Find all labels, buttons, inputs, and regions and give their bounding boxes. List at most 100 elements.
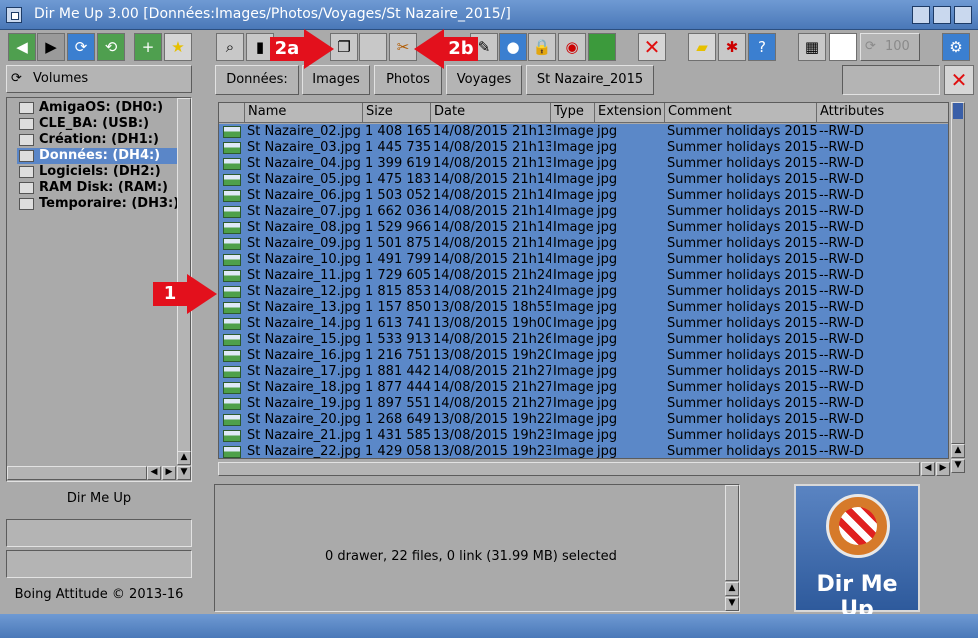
list-vscrollbar[interactable]	[951, 102, 965, 444]
scroll-down-icon[interactable]: ▼	[177, 466, 191, 480]
status-vscrollbar[interactable]	[725, 485, 739, 581]
status-scroll-up-icon[interactable]: ▲	[725, 582, 739, 596]
list-vscroll-thumb[interactable]	[953, 103, 963, 119]
file-row[interactable]: St Nazaire_20.jpg 1 268 649 13/08/2015 19h…	[219, 412, 948, 428]
file-row[interactable]: St Nazaire_10.jpg 1 491 799 14/08/2015 21h…	[219, 252, 948, 268]
file-row[interactable]: St Nazaire_15.jpg 1 533 913 14/08/2015 21h…	[219, 332, 948, 348]
file-row[interactable]: St Nazaire_02.jpg 1 408 165 14/08/2015 21h…	[219, 124, 948, 140]
header-size[interactable]: Size	[363, 103, 431, 123]
header-extension[interactable]: Extension	[595, 103, 665, 123]
file-row[interactable]: St Nazaire_12.jpg 1 815 853 14/08/2015 21h…	[219, 284, 948, 300]
file-row[interactable]: St Nazaire_14.jpg 1 613 741 13/08/2015 19h…	[219, 316, 948, 332]
header-date[interactable]: Date	[431, 103, 551, 123]
file-list[interactable]: Name Size Date Type Extension Comment At…	[218, 102, 949, 459]
volume-item[interactable]: Logiciels: (DH2:)	[17, 164, 161, 180]
file-row[interactable]: St Nazaire_16.jpg 1 216 751 13/08/2015 19h…	[219, 348, 948, 364]
file-row[interactable]: St Nazaire_05.jpg 1 475 183 14/08/2015 21h…	[219, 172, 948, 188]
zoom-icon[interactable]	[933, 6, 951, 24]
settings-icon[interactable]: ⚙	[942, 33, 970, 61]
refresh-volumes-icon[interactable]: ⟳	[11, 71, 22, 86]
clear-filter-icon[interactable]: ✕	[944, 65, 974, 95]
file-extension: jpg	[597, 428, 618, 443]
file-row[interactable]: St Nazaire_19.jpg 1 897 551 14/08/2015 21h…	[219, 396, 948, 412]
archive-icon[interactable]: ◉	[558, 33, 586, 61]
close-window-icon[interactable]	[6, 7, 22, 23]
reload-icon[interactable]: ⟲	[97, 33, 125, 61]
list-hscrollbar[interactable]	[218, 462, 920, 476]
scissors-icon[interactable]: ✂	[389, 33, 417, 61]
book-icon[interactable]	[588, 33, 616, 61]
file-size: 1 881 442	[365, 364, 431, 379]
back-icon[interactable]: ◀	[8, 33, 36, 61]
file-row[interactable]: St Nazaire_21.jpg 1 431 585 13/08/2015 19h…	[219, 428, 948, 444]
file-row[interactable]: St Nazaire_04.jpg 1 399 619 14/08/2015 21h…	[219, 156, 948, 172]
header-attributes[interactable]: Attributes	[817, 103, 948, 123]
volume-hscrollbar[interactable]	[7, 466, 147, 480]
volume-item[interactable]: Temporaire: (DH3:)	[17, 196, 179, 212]
header-type[interactable]: Type	[551, 103, 595, 123]
grid-icon[interactable]	[829, 33, 857, 61]
file-row[interactable]: St Nazaire_08.jpg 1 529 966 14/08/2015 21h…	[219, 220, 948, 236]
forward-icon[interactable]: ▶	[37, 33, 65, 61]
depth-icon[interactable]	[954, 6, 972, 24]
info-icon[interactable]: ?	[748, 33, 776, 61]
header-icon-column[interactable]	[219, 103, 245, 123]
iconify-icon[interactable]	[912, 6, 930, 24]
copy-icon[interactable]: ❐	[330, 33, 358, 61]
bug-icon[interactable]: ✱	[718, 33, 746, 61]
star-icon[interactable]: ★	[164, 33, 192, 61]
file-comment: Summer holidays 2015	[667, 364, 817, 379]
table-icon[interactable]: ▦	[798, 33, 826, 61]
status-scroll-down-icon[interactable]: ▼	[725, 597, 739, 611]
file-row[interactable]: St Nazaire_13.jpg 1 157 850 13/08/2015 18h…	[219, 300, 948, 316]
header-comment[interactable]: Comment	[665, 103, 817, 123]
blank-icon[interactable]	[359, 33, 387, 61]
magnify-icon[interactable]: ⌕	[216, 33, 244, 61]
volume-item[interactable]: Création: (DH1:)	[17, 132, 159, 148]
breadcrumb-item[interactable]: St Nazaire_2015	[526, 65, 654, 95]
breadcrumb-item[interactable]: Voyages	[446, 65, 522, 95]
list-scroll-left-icon[interactable]: ◀	[921, 462, 935, 476]
volume-item[interactable]: RAM Disk: (RAM:)	[17, 180, 168, 196]
file-row[interactable]: St Nazaire_09.jpg 1 501 875 14/08/2015 21h…	[219, 236, 948, 252]
comment-icon[interactable]: ●	[499, 33, 527, 61]
header-name[interactable]: Name	[245, 103, 363, 123]
file-comment: Summer holidays 2015	[667, 428, 817, 443]
title-bar[interactable]: Dir Me Up 3.00 [Données:Images/Photos/Vo…	[0, 0, 978, 30]
image-file-icon	[223, 206, 241, 218]
file-row[interactable]: St Nazaire_11.jpg 1 729 605 14/08/2015 21h…	[219, 268, 948, 284]
scroll-up-icon[interactable]: ▲	[177, 451, 191, 465]
file-type: Image	[553, 396, 594, 411]
volume-item[interactable]: CLE_BA: (USB:)	[17, 116, 149, 132]
zoom-stepper[interactable]: ⟳ 100	[860, 33, 920, 61]
file-comment: Summer holidays 2015	[667, 188, 817, 203]
recycle-icon[interactable]: ⟳	[865, 34, 876, 60]
volumes-header[interactable]: ⟳ Volumes	[6, 65, 192, 93]
breadcrumb-item[interactable]: Images	[302, 65, 370, 95]
upload-icon[interactable]: +	[134, 33, 162, 61]
refresh-icon[interactable]: ⟳	[67, 33, 95, 61]
filter-input[interactable]	[842, 65, 940, 95]
file-row[interactable]: St Nazaire_03.jpg 1 445 735 14/08/2015 21h…	[219, 140, 948, 156]
list-scroll-up-icon[interactable]: ▲	[951, 444, 965, 458]
file-attributes: --RW-D	[819, 172, 864, 187]
delete-icon[interactable]: ✕	[638, 33, 666, 61]
image-file-icon	[223, 126, 241, 138]
file-attributes: --RW-D	[819, 412, 864, 427]
file-row[interactable]: St Nazaire_17.jpg 1 881 442 14/08/2015 21h…	[219, 364, 948, 380]
volume-label: Temporaire: (DH3:)	[39, 196, 180, 211]
volume-item[interactable]: Données: (DH4:)	[17, 148, 177, 164]
file-row[interactable]: St Nazaire_22.jpg 1 429 058 13/08/2015 19h…	[219, 444, 948, 458]
list-scroll-down-icon[interactable]: ▼	[951, 459, 965, 473]
scroll-right-icon[interactable]: ▶	[162, 466, 176, 480]
file-row[interactable]: St Nazaire_18.jpg 1 877 444 14/08/2015 21h…	[219, 380, 948, 396]
file-row[interactable]: St Nazaire_06.jpg 1 503 052 14/08/2015 21h…	[219, 188, 948, 204]
file-row[interactable]: St Nazaire_07.jpg 1 662 036 14/08/2015 21h…	[219, 204, 948, 220]
breadcrumb-item[interactable]: Photos	[374, 65, 442, 95]
scroll-left-icon[interactable]: ◀	[147, 466, 161, 480]
list-scroll-right-icon[interactable]: ▶	[936, 462, 950, 476]
volume-item[interactable]: AmigaOS: (DH0:)	[17, 100, 163, 116]
breadcrumb-item[interactable]: Données:	[215, 65, 299, 95]
lock-icon[interactable]: 🔒	[528, 33, 556, 61]
folder-icon[interactable]: ▰	[688, 33, 716, 61]
